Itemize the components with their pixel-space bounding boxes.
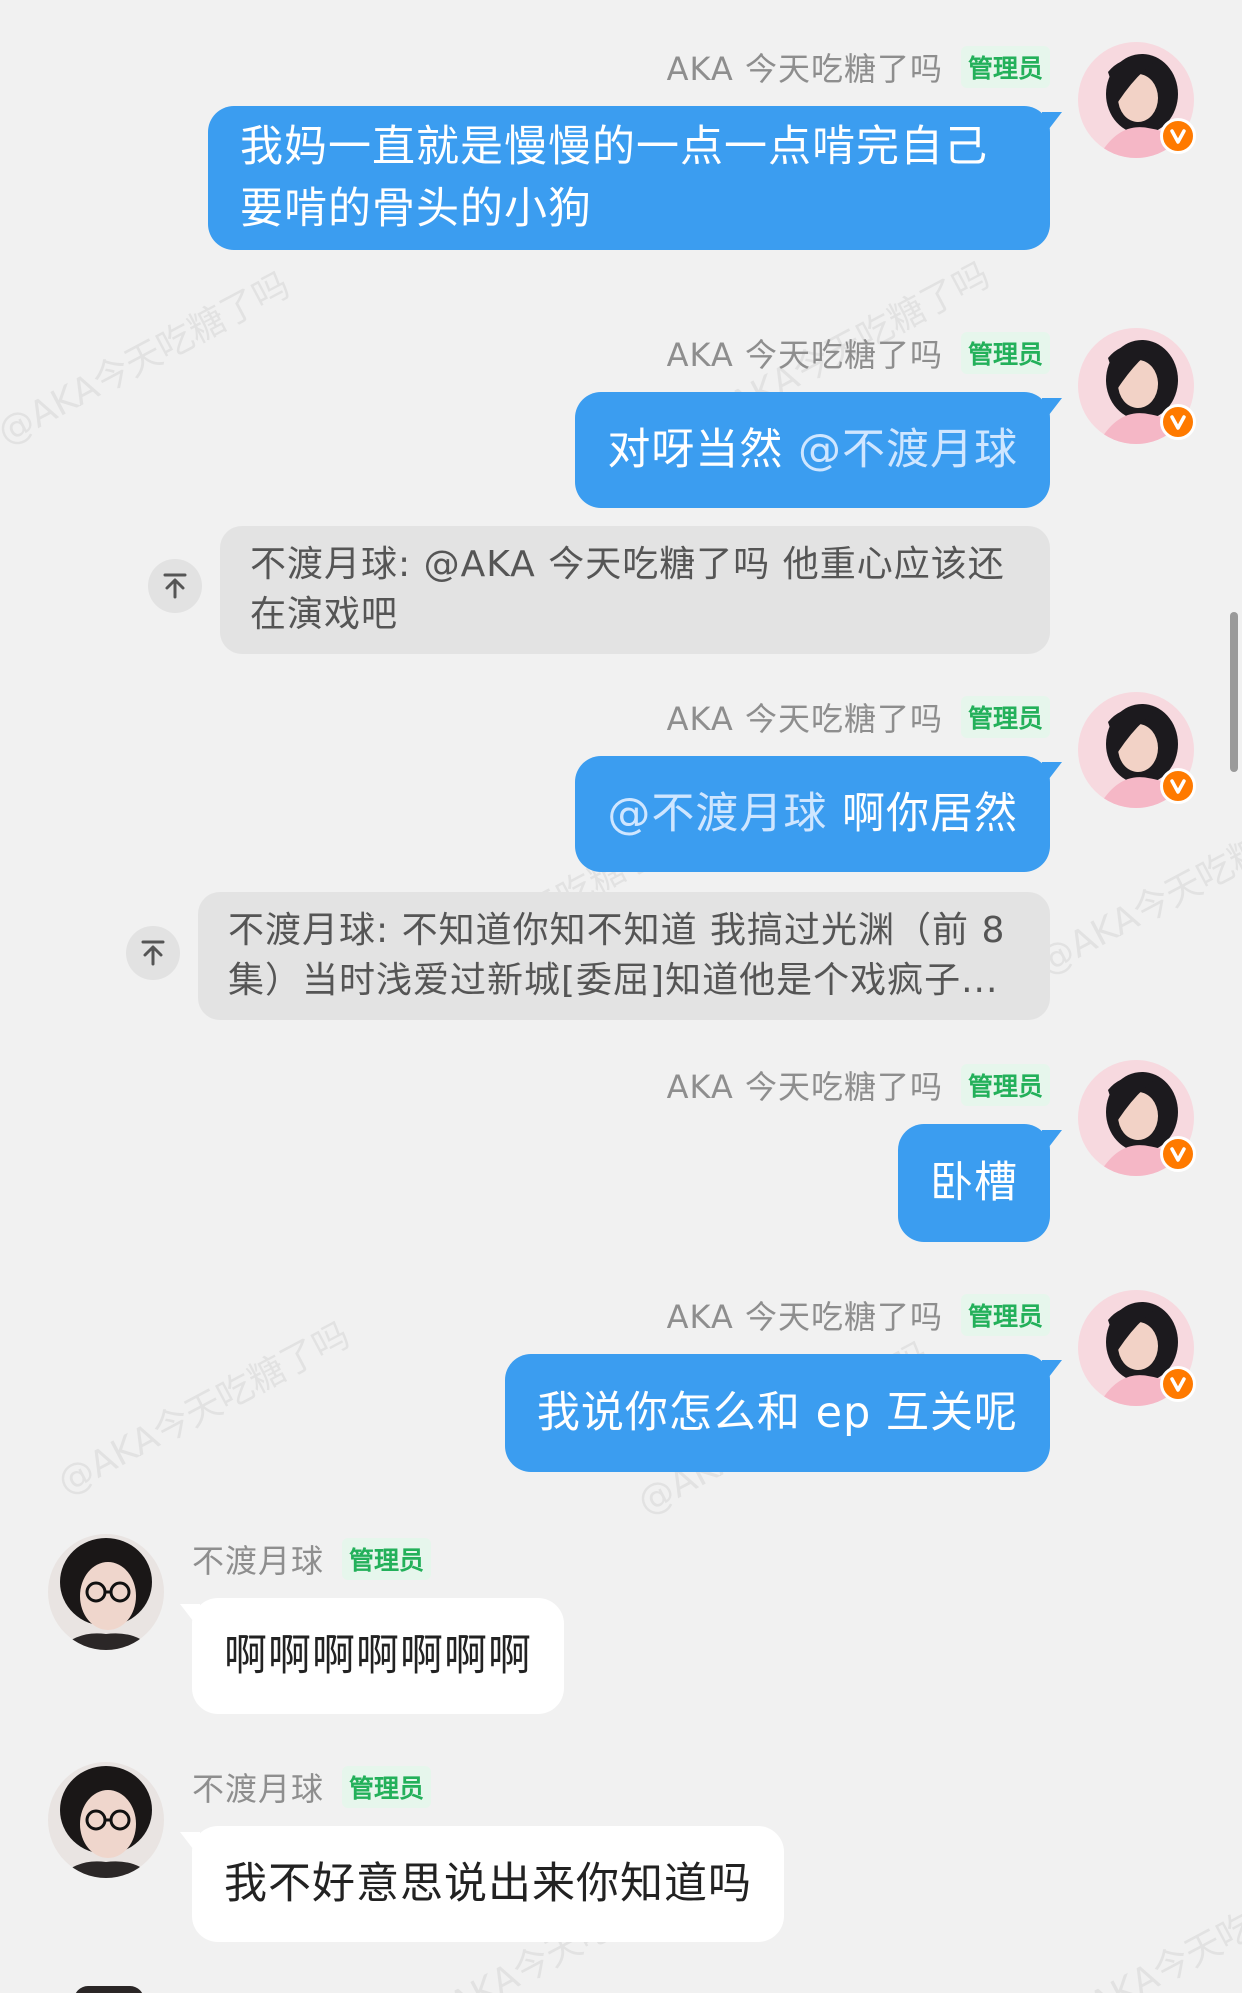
admin-badge: 管理员 <box>960 1294 1050 1336</box>
sender-name: AKA 今天吃糖了吗 <box>666 1068 943 1106</box>
sender-name: 不渡月球 <box>192 1770 325 1808</box>
avatar[interactable] <box>1078 1290 1196 1406</box>
avatar[interactable] <box>1078 1060 1196 1176</box>
quoted-message[interactable]: 不渡月球: 不知道你知不知道 我搞过光渊（前 8 集）当时浅爱过新城[委屈]知道… <box>198 892 1050 1020</box>
chat-screen: @AKA今天吃糖了吗 @AKA今天吃糖了吗 @AKA今天吃糖了吗 @AKA今天吃… <box>0 0 1242 1993</box>
v-badge-icon <box>1160 768 1196 804</box>
watermark: @AKA今天吃糖了吗 <box>50 1314 357 1504</box>
message-text: 卧槽 <box>930 1158 1018 1208</box>
avatar-image <box>48 1534 164 1650</box>
avatar[interactable] <box>48 1762 164 1878</box>
sender-name: AKA 今天吃糖了吗 <box>666 336 943 374</box>
message-bubble[interactable]: 啊啊啊啊啊啊啊 <box>180 1598 564 1714</box>
admin-badge: 管理员 <box>342 1538 432 1580</box>
v-badge-icon <box>1160 118 1196 154</box>
quote-text: 不渡月球: @AKA 今天吃糖了吗 他重心应该还在演戏吧 <box>250 544 1005 635</box>
sender-line: 不渡月球 管理员 <box>192 1766 432 1808</box>
sender-name: 不渡月球 <box>192 1542 325 1580</box>
message-text: 啊啊啊啊啊啊啊 <box>224 1631 532 1681</box>
sender-line: AKA 今天吃糖了吗 管理员 <box>667 696 1050 738</box>
mention-link[interactable]: @不渡月球 <box>607 789 827 839</box>
quote-text: 不渡月球: 不知道你知不知道 我搞过光渊（前 8 集）当时浅爱过新城[委屈]知道… <box>228 910 1006 1001</box>
admin-badge: 管理员 <box>960 1064 1050 1106</box>
scrollbar[interactable] <box>1230 612 1238 772</box>
sender-line: AKA 今天吃糖了吗 管理员 <box>667 1064 1050 1106</box>
avatar[interactable] <box>1078 692 1196 808</box>
sender-line: AKA 今天吃糖了吗 管理员 <box>667 46 1050 88</box>
avatar[interactable] <box>1078 42 1196 158</box>
sender-name: AKA 今天吃糖了吗 <box>666 50 943 88</box>
watermark: @AKA今天吃糖了吗 <box>1050 1854 1242 1993</box>
arrow-up-to-line-icon[interactable] <box>148 559 202 613</box>
v-badge-icon <box>1160 1366 1196 1402</box>
v-badge-icon <box>1160 1136 1196 1172</box>
admin-badge: 管理员 <box>960 46 1050 88</box>
message-bubble[interactable]: 我妈一直就是慢慢的一点一点啃完自己要啃的骨头的小狗 <box>208 106 1062 250</box>
v-badge-icon <box>1160 404 1196 440</box>
watermark: @AKA今天吃糖了吗 <box>1030 794 1242 984</box>
mention-link[interactable]: @不渡月球 <box>798 425 1018 475</box>
sender-line: 不渡月球 管理员 <box>192 1538 432 1580</box>
message-bubble[interactable]: 对呀当然 @不渡月球 <box>575 392 1062 508</box>
message-bubble[interactable]: 我不好意思说出来你知道吗 <box>180 1826 784 1942</box>
message-text: 我不好意思说出来你知道吗 <box>224 1859 752 1909</box>
watermark: @AKA今天吃糖了吗 <box>0 264 297 454</box>
message-bubble[interactable]: 我说你怎么和 ep 互关呢 <box>504 1354 1063 1472</box>
admin-badge: 管理员 <box>960 332 1050 374</box>
sender-name: AKA 今天吃糖了吗 <box>666 700 943 738</box>
sender-line: AKA 今天吃糖了吗 管理员 <box>667 332 1050 374</box>
sender-line: AKA 今天吃糖了吗 管理员 <box>667 1294 1050 1336</box>
message-bubble[interactable]: 卧槽 <box>898 1124 1062 1242</box>
avatar-image <box>48 1762 164 1878</box>
sender-name: AKA 今天吃糖了吗 <box>666 1298 943 1336</box>
admin-badge: 管理员 <box>342 1766 432 1808</box>
message-text: 对呀当然 <box>607 425 798 475</box>
admin-badge: 管理员 <box>960 696 1050 738</box>
avatar[interactable] <box>48 1534 164 1650</box>
message-text: 我说你怎么和 ep 互关呢 <box>536 1388 1018 1438</box>
message-text: 啊你居然 <box>827 789 1018 839</box>
avatar[interactable] <box>74 1986 144 1993</box>
arrow-up-to-line-icon[interactable] <box>126 926 180 980</box>
message-bubble[interactable]: @不渡月球 啊你居然 <box>575 756 1062 872</box>
quoted-message[interactable]: 不渡月球: @AKA 今天吃糖了吗 他重心应该还在演戏吧 <box>220 526 1050 654</box>
message-text: 我妈一直就是慢慢的一点一点啃完自己要啃的骨头的小狗 <box>240 122 988 234</box>
avatar[interactable] <box>1078 328 1196 444</box>
